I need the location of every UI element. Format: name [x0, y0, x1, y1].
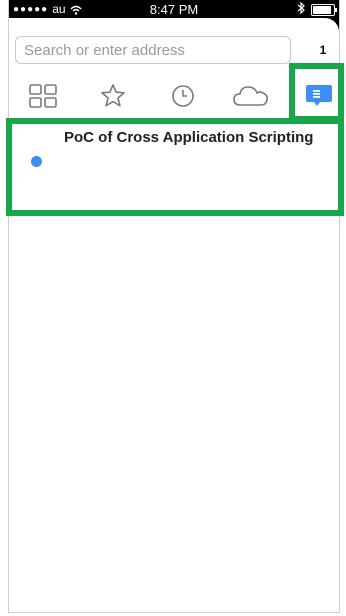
reading-list-item[interactable]: PoC of Cross Application Scripting: [9, 120, 339, 212]
status-right: [297, 1, 337, 17]
cloud-icon: [232, 84, 270, 108]
battery-icon: [311, 3, 337, 16]
reading-list-item-title: PoC of Cross Application Scripting: [64, 129, 314, 146]
reading-list-icon: [305, 83, 333, 109]
status-bar: ●●●●● au 8:47 PM: [9, 0, 339, 18]
tab-count-button[interactable]: 1: [313, 40, 333, 60]
status-time: 8:47 PM: [149, 2, 199, 17]
browser-window: ●●●●● au 8:47 PM Search or enter address…: [8, 0, 340, 613]
row-divider: [64, 211, 339, 212]
star-icon: [100, 83, 126, 109]
tab-bookmarks[interactable]: [93, 76, 133, 116]
unread-indicator: [31, 156, 42, 167]
bluetooth-icon: [297, 1, 305, 17]
home-panel-tabbar: [9, 70, 339, 120]
tab-synced-tabs[interactable]: [231, 76, 271, 116]
tab-history[interactable]: [163, 76, 203, 116]
battery-fill: [313, 5, 331, 14]
search-input[interactable]: Search or enter address: [15, 36, 291, 64]
tab-top-sites[interactable]: [23, 76, 63, 116]
tab-reading-list[interactable]: [299, 76, 339, 116]
history-clock-icon: [170, 83, 196, 109]
grid-icon: [28, 83, 58, 109]
